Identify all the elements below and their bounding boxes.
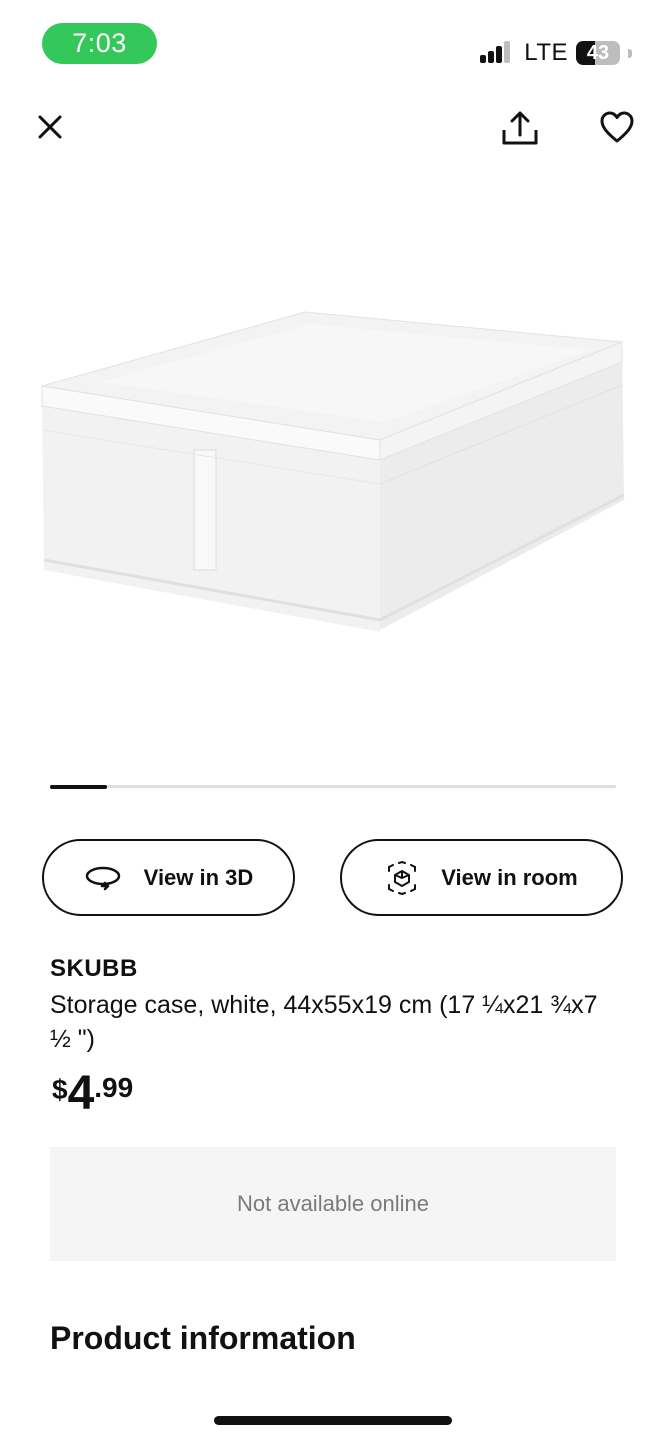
- product-image[interactable]: [30, 290, 636, 650]
- product-name: SKUBB: [50, 955, 138, 982]
- gallery-progress: [50, 784, 616, 789]
- view-in-room-button[interactable]: View in room: [340, 839, 623, 916]
- battery-cap: [628, 48, 632, 58]
- share-button[interactable]: [496, 104, 544, 152]
- battery-icon: 43: [576, 41, 620, 65]
- storage-case-illustration: [41, 311, 625, 632]
- price-decimal: .99: [94, 1072, 134, 1103]
- product-price: $ 4 .99: [52, 1068, 133, 1118]
- rotate-3d-icon: [85, 866, 120, 890]
- availability-banner: Not available online: [50, 1147, 616, 1261]
- gallery-progress-thumb: [50, 784, 107, 789]
- network-type: LTE: [524, 39, 568, 66]
- battery-level: 43: [586, 41, 610, 64]
- product-information-heading[interactable]: Product information: [50, 1320, 356, 1357]
- heart-icon: [600, 111, 634, 143]
- view-in-3d-label: View in 3D: [143, 864, 254, 890]
- status-indicators: LTE 43: [480, 38, 632, 68]
- price-currency: $: [52, 1074, 68, 1105]
- ar-cube-icon: [388, 860, 417, 895]
- product-description: Storage case, white, 44x55x19 cm (17 ¼x2…: [50, 991, 598, 1053]
- view-in-room-label: View in room: [441, 864, 578, 890]
- home-indicator[interactable]: [214, 1416, 452, 1425]
- share-icon: [502, 111, 538, 145]
- close-icon: [38, 115, 62, 139]
- price-integer: 4: [67, 1067, 95, 1120]
- status-time: 7:03: [42, 23, 157, 64]
- close-button[interactable]: [28, 105, 72, 149]
- availability-text: Not available online: [236, 1191, 430, 1216]
- favorite-button[interactable]: [594, 104, 640, 150]
- view-in-3d-button[interactable]: View in 3D: [42, 839, 295, 916]
- cellular-signal-icon: [480, 41, 516, 65]
